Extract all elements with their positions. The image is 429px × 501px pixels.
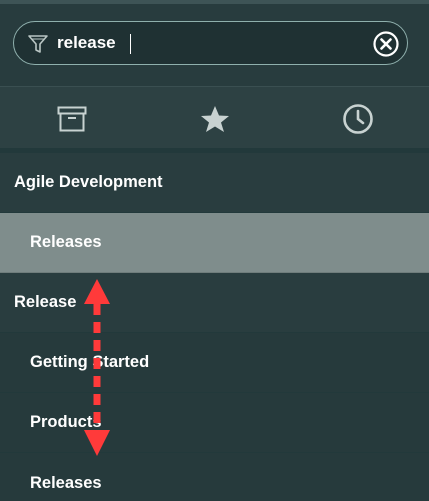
funnel-icon [28,35,48,53]
menu-item-label: Releases [30,233,102,251]
application-navigator: Agile Development Releases Release Getti… [0,0,429,501]
menu-item-label: Releases [30,473,102,492]
menu-item-label: Products [30,413,102,431]
navigator-tabs [0,86,429,150]
text-caret [130,34,131,54]
tab-history[interactable] [286,87,429,151]
star-icon [200,106,229,132]
menu-item-releases-agile[interactable]: Releases [0,213,429,273]
tab-all-applications[interactable] [0,87,143,151]
menu-item-releases[interactable]: Releases [0,453,429,501]
section-release[interactable]: Release [0,273,429,333]
filter-zone [0,4,429,86]
menu-item-products[interactable]: Products [0,393,429,453]
menu-item-label: Getting Started [30,353,150,371]
section-label: Release [14,293,77,311]
section-label: Agile Development [14,173,163,191]
section-agile-development[interactable]: Agile Development [0,153,429,213]
tab-favorites[interactable] [143,87,286,151]
filter-field[interactable] [13,21,408,65]
clock-icon [342,104,373,134]
menu-item-getting-started[interactable]: Getting Started [0,333,429,393]
filter-input[interactable] [57,28,357,58]
archive-box-icon [57,106,86,132]
clear-circle-x-icon[interactable] [373,31,399,57]
